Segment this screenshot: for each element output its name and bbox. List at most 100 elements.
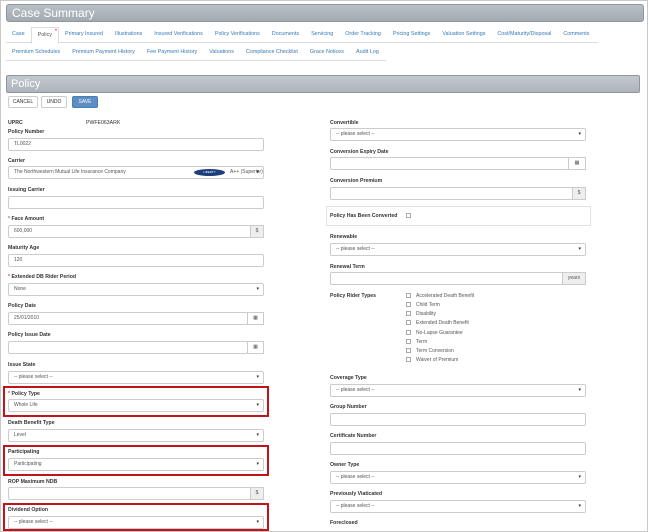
policy-type-select[interactable]: Whole Life ▾ xyxy=(8,399,264,412)
rider-option[interactable]: Accelerated Death Benefit xyxy=(406,291,474,300)
carrier-label: Carrier xyxy=(8,158,26,164)
caret-down-icon: ▾ xyxy=(256,402,259,408)
policy-issue-date-input[interactable] xyxy=(8,341,248,354)
checkbox[interactable] xyxy=(406,311,411,316)
checkbox[interactable] xyxy=(406,293,411,298)
policy-number-input[interactable]: TL0022 xyxy=(8,138,264,151)
death-benefit-type-select[interactable]: Level ▾ xyxy=(8,429,264,442)
dividend-option-select[interactable]: -- please select -- ▾ xyxy=(8,516,264,529)
policy-date-input[interactable]: 25/01/2010 xyxy=(8,312,248,325)
tab-cost-maturity-disposal[interactable]: Cost/Maturity/Disposal xyxy=(491,27,557,42)
rider-option[interactable]: Extended Death Benefit xyxy=(406,318,469,327)
tab-bar-primary: Case Policy • Primary Insured Illustratio… xyxy=(6,27,598,44)
face-amount-input[interactable]: 600,000 xyxy=(8,225,251,238)
cancel-button[interactable]: CANCEL xyxy=(8,96,38,108)
previously-viaticated-label: Previously Viaticated xyxy=(330,491,383,497)
tab-compliance-checklist[interactable]: Compliance Checklist xyxy=(240,45,304,60)
tab-fee-payment-history[interactable]: Fee Payment History xyxy=(141,45,203,60)
extended-db-value: None xyxy=(14,286,26,292)
currency-addon: $ xyxy=(250,225,264,238)
uprc-value: PWFE063ARK xyxy=(86,120,121,126)
conversion-expiry-label: Conversion Expiry Date xyxy=(330,149,389,155)
issuing-carrier-input[interactable] xyxy=(8,196,264,209)
rider-option[interactable]: No-Lapse Guarantee xyxy=(406,328,463,337)
tab-policy-verifications[interactable]: Policy Verifications xyxy=(209,27,266,42)
caret-down-icon: ▾ xyxy=(256,286,259,292)
group-number-label: Group Number xyxy=(330,404,367,410)
currency-addon: $ xyxy=(250,487,264,500)
extended-db-select[interactable]: None ▾ xyxy=(8,283,264,296)
rider-option[interactable]: Term xyxy=(406,337,427,346)
tab-documents[interactable]: Documents xyxy=(266,27,305,42)
undo-button[interactable]: UNDO xyxy=(41,96,67,108)
group-number-input[interactable] xyxy=(330,413,586,426)
tab-comments[interactable]: Comments xyxy=(557,27,595,42)
maturity-age-label: Maturity Age xyxy=(8,245,40,251)
checkbox[interactable] xyxy=(406,320,411,325)
calendar-icon[interactable]: ▦ xyxy=(247,341,264,354)
convertible-select[interactable]: -- please select -- ▾ xyxy=(330,128,586,141)
tab-illustrations[interactable]: Illustrations xyxy=(109,27,148,42)
tab-order-tracking[interactable]: Order Tracking xyxy=(339,27,387,42)
tab-grace-notices[interactable]: Grace Notices xyxy=(304,45,350,60)
tab-premium-payment-history[interactable]: Premium Payment History xyxy=(66,45,141,60)
tab-servicing[interactable]: Servicing xyxy=(305,27,339,42)
rop-max-ndb-input[interactable] xyxy=(8,487,251,500)
rider-option[interactable]: Waiver of Premium xyxy=(406,355,458,364)
renewal-term-input[interactable] xyxy=(330,272,563,285)
tab-bar-secondary: Premium Schedules Premium Payment Histor… xyxy=(6,45,386,61)
certificate-number-label: Certificate Number xyxy=(330,433,377,439)
checkbox[interactable] xyxy=(406,357,411,362)
death-benefit-type-label: Death Benefit Type xyxy=(8,420,55,426)
tab-policy[interactable]: Policy • xyxy=(30,27,59,44)
uprc-label: UPRC xyxy=(8,120,23,126)
rider-option[interactable]: Child Term xyxy=(406,300,440,309)
save-button[interactable]: SAVE xyxy=(72,96,98,108)
policy-converted-label: Policy Has Been Converted xyxy=(330,213,398,219)
previously-viaticated-select[interactable]: -- please select -- ▾ xyxy=(330,500,586,513)
tab-case[interactable]: Case xyxy=(6,27,31,42)
tab-pricing-settings[interactable]: Pricing Settings xyxy=(387,27,436,42)
rop-max-ndb-label: ROP Maximum NDB xyxy=(8,479,58,485)
policy-section-header: Policy xyxy=(6,75,640,93)
coverage-type-label: Coverage Type xyxy=(330,375,367,381)
coverage-type-select[interactable]: -- please select -- ▾ xyxy=(330,384,586,397)
policy-converted-checkbox[interactable] xyxy=(406,213,411,218)
participating-value: Participating xyxy=(14,461,42,467)
section-title: Policy xyxy=(11,78,41,90)
policy-issue-date-label: Policy Issue Date xyxy=(8,332,51,338)
checkbox[interactable] xyxy=(406,330,411,335)
issue-state-select[interactable]: -- please select -- ▾ xyxy=(8,371,264,384)
checkbox[interactable] xyxy=(406,302,411,307)
renewable-label: Renewable xyxy=(330,234,358,240)
renewable-select[interactable]: -- please select -- ▾ xyxy=(330,243,586,256)
page-title: Case Summary xyxy=(12,6,95,20)
certificate-number-input[interactable] xyxy=(330,442,586,455)
tab-insured-verifications[interactable]: Insured Verifications xyxy=(148,27,209,42)
calendar-icon[interactable]: ▦ xyxy=(247,312,264,325)
currency-addon: $ xyxy=(572,187,586,200)
checkbox[interactable] xyxy=(406,339,411,344)
rider-option[interactable]: Term Conversion xyxy=(406,346,454,355)
conversion-expiry-input[interactable] xyxy=(330,157,569,170)
participating-select[interactable]: Participating ▾ xyxy=(8,458,264,471)
previously-viaticated-value: -- please select -- xyxy=(336,503,375,509)
caret-down-icon: ▾ xyxy=(578,474,581,480)
tab-premium-schedules[interactable]: Premium Schedules xyxy=(6,45,66,60)
policy-type-value: Whole Life xyxy=(14,402,38,408)
carrier-select[interactable]: The Northwestern Mutual Life Insurance C… xyxy=(8,166,264,179)
tab-policy-indicator: • xyxy=(54,28,57,34)
conversion-premium-input[interactable] xyxy=(330,187,573,200)
coverage-type-value: -- please select -- xyxy=(336,387,375,393)
caret-down-icon: ▾ xyxy=(256,519,259,525)
tab-audit-log[interactable]: Audit Log xyxy=(350,45,385,60)
tab-primary-insured[interactable]: Primary Insured xyxy=(59,27,109,42)
rider-option[interactable]: Disability xyxy=(406,309,436,318)
tab-valuation-settings[interactable]: Valuation Settings xyxy=(436,27,491,42)
checkbox[interactable] xyxy=(406,348,411,353)
maturity-age-input[interactable]: 120 xyxy=(8,254,264,267)
tab-valuations[interactable]: Valuations xyxy=(203,45,240,60)
calendar-icon[interactable]: ▦ xyxy=(568,157,586,170)
caret-down-icon: ▾ xyxy=(256,432,259,438)
owner-type-select[interactable]: -- please select -- ▾ xyxy=(330,471,586,484)
